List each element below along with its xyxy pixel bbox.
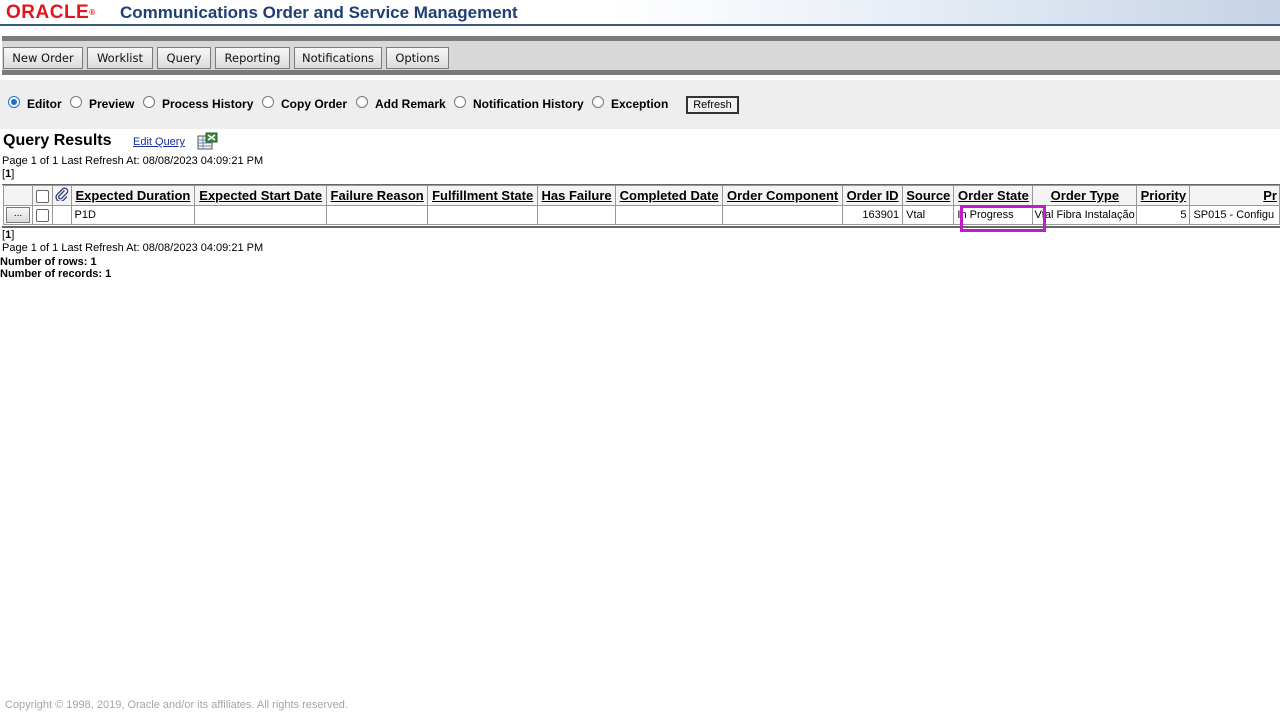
add-remark-label: Add Remark xyxy=(375,97,446,111)
column-header-failure-reason[interactable]: Failure Reason xyxy=(326,185,429,206)
cell-order-component xyxy=(722,205,844,225)
attachment-header xyxy=(51,185,72,206)
pager-top: [1] xyxy=(2,168,15,180)
preview-label: Preview xyxy=(89,97,135,111)
cell-priority: 5 xyxy=(1136,205,1191,225)
preview-radio[interactable] xyxy=(70,96,82,108)
select-all-checkbox[interactable] xyxy=(35,190,49,204)
exception-label: Exception xyxy=(611,97,669,111)
new-order-button[interactable]: New Order xyxy=(3,47,83,69)
exception-radio[interactable] xyxy=(592,96,604,108)
copy-order-radio[interactable] xyxy=(262,96,274,108)
reporting-button[interactable]: Reporting xyxy=(215,47,290,69)
app-title: Communications Order and Service Managem… xyxy=(120,3,518,22)
cell-failure-reason xyxy=(326,205,429,225)
column-header-source[interactable]: Source xyxy=(902,185,955,206)
query-button[interactable]: Query xyxy=(157,47,211,69)
page-info-bottom: Page 1 of 1 Last Refresh At: 08/08/2023 … xyxy=(2,242,264,254)
paperclip-icon xyxy=(54,187,68,203)
editor-label: Editor xyxy=(27,97,62,111)
row-details-button[interactable]: ... xyxy=(6,207,30,223)
column-header-order-component[interactable]: Order Component xyxy=(722,185,844,206)
cell-completed-date xyxy=(615,205,724,225)
cell-expected-start-date xyxy=(194,205,328,225)
notification-history-label: Notification History xyxy=(473,97,584,111)
cell-order-type: Vtal Fibra Instalação xyxy=(1032,205,1138,225)
pager-current[interactable]: 1 xyxy=(5,168,11,180)
column-header-order-id[interactable]: Order ID xyxy=(842,185,904,206)
column-header-completed-date[interactable]: Completed Date xyxy=(615,185,724,206)
cell-order-id: 163901 xyxy=(842,205,904,225)
row-select-cell xyxy=(32,205,53,225)
cell-fulfillment-state xyxy=(427,205,539,225)
cell-order-state: In Progress xyxy=(953,205,1034,225)
notification-history-radio[interactable] xyxy=(454,96,466,108)
process-history-label: Process History xyxy=(162,97,254,111)
table-header-row: Expected Duration Expected Start Date Fa… xyxy=(3,185,1280,206)
cell-has-failure xyxy=(537,205,617,225)
cell-expected-duration: P1D xyxy=(70,205,196,225)
cell-process: SP015 - Configu xyxy=(1189,205,1280,225)
page-title: Query Results xyxy=(3,132,112,149)
table-row[interactable]: ... P1D 163901 Vtal In Progress Vtal Fib… xyxy=(3,205,1280,225)
row-checkbox[interactable] xyxy=(35,208,49,222)
row-action-cell: ... xyxy=(3,205,33,225)
row-action-header xyxy=(3,185,33,206)
export-to-spreadsheet-icon[interactable] xyxy=(197,132,219,150)
edit-query-link[interactable]: Edit Query xyxy=(133,136,185,149)
options-button[interactable]: Options xyxy=(386,47,449,69)
notifications-button[interactable]: Notifications xyxy=(294,47,382,69)
column-header-has-failure[interactable]: Has Failure xyxy=(537,185,617,206)
column-header-order-type[interactable]: Order Type xyxy=(1032,185,1138,206)
attachment-cell xyxy=(51,205,72,225)
column-header-order-state[interactable]: Order State xyxy=(953,185,1034,206)
add-remark-radio[interactable] xyxy=(356,96,368,108)
results-table: Expected Duration Expected Start Date Fa… xyxy=(3,185,1280,225)
pager-current-bottom[interactable]: 1 xyxy=(5,229,11,241)
column-header-expected-duration[interactable]: Expected Duration xyxy=(70,185,196,206)
editor-radio[interactable] xyxy=(8,96,20,108)
worklist-button[interactable]: Worklist xyxy=(87,47,153,69)
column-header-priority[interactable]: Priority xyxy=(1136,185,1191,206)
refresh-button[interactable]: Refresh xyxy=(686,96,739,114)
page-info-top: Page 1 of 1 Last Refresh At: 08/08/2023 … xyxy=(2,155,264,167)
select-all-header xyxy=(32,185,53,206)
oracle-logo: ORACLE® xyxy=(6,2,96,23)
process-history-radio[interactable] xyxy=(143,96,155,108)
column-header-process[interactable]: Pr xyxy=(1189,185,1280,206)
column-header-fulfillment-state[interactable]: Fulfillment State xyxy=(427,185,539,206)
pager-bottom: [1] xyxy=(2,229,15,241)
cell-source: Vtal xyxy=(902,205,955,225)
copyright-footer: Copyright © 1998, 2019, Oracle and/or it… xyxy=(5,699,348,711)
column-header-expected-start-date[interactable]: Expected Start Date xyxy=(194,185,328,206)
copy-order-label: Copy Order xyxy=(281,97,348,111)
number-of-records: Number of records: 1 xyxy=(0,268,112,280)
app-header: ORACLE® Communications Order and Service… xyxy=(0,0,1280,26)
